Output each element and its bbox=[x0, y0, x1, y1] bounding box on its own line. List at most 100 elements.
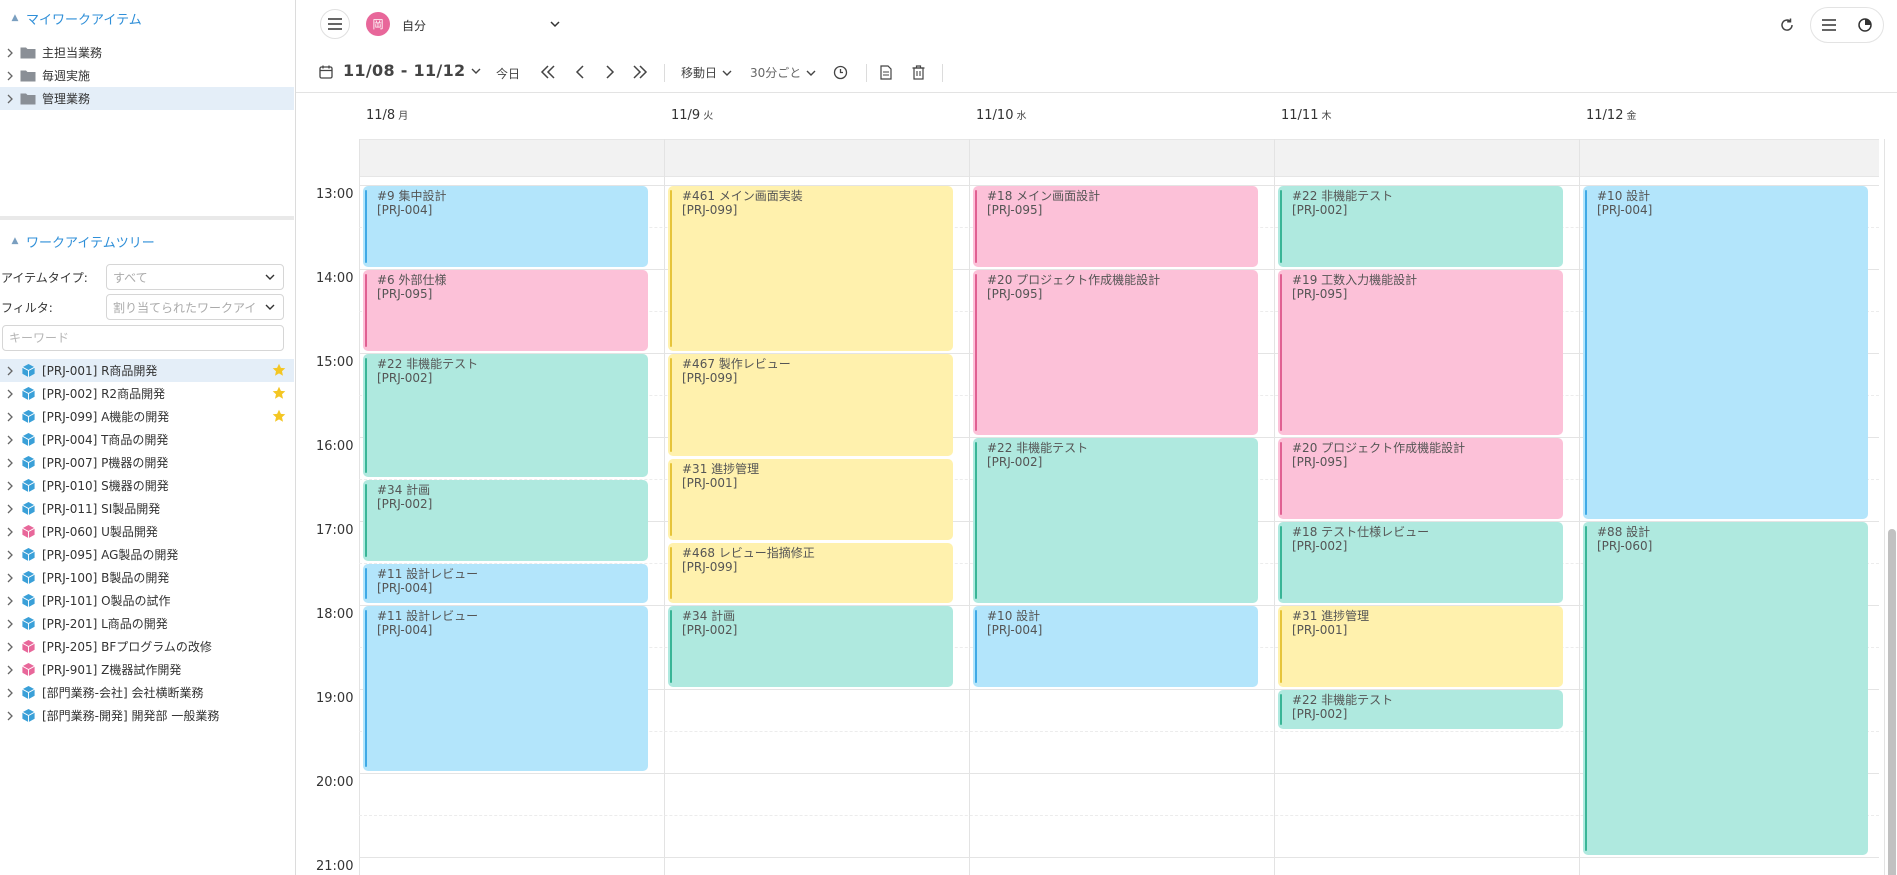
filter-select[interactable]: 割り当てられたワークアイ bbox=[106, 294, 284, 320]
move-unit-dropdown[interactable]: 移動日 bbox=[681, 64, 732, 81]
event-project: [PRJ-004] bbox=[987, 623, 1043, 637]
chevron-right-icon[interactable] bbox=[0, 596, 20, 606]
chevron-right-icon[interactable] bbox=[0, 665, 20, 675]
project-tree-item[interactable]: [PRJ-101] O製品の試作 bbox=[0, 589, 294, 612]
calendar-event[interactable]: #11 設計レビュー [PRJ-004] bbox=[363, 606, 648, 771]
day-of-week: 金 bbox=[1626, 111, 1637, 122]
calendar-event[interactable]: #461 メイン画面実装 [PRJ-099] bbox=[668, 186, 953, 351]
project-tree-item[interactable]: [PRJ-100] B製品の開発 bbox=[0, 566, 294, 589]
next-week-button[interactable] bbox=[632, 64, 648, 80]
user-dropdown-chevron-icon[interactable] bbox=[549, 19, 561, 29]
star-icon[interactable] bbox=[272, 409, 286, 423]
project-tree-item[interactable]: [PRJ-201] L商品の開発 bbox=[0, 612, 294, 635]
event-title: #11 設計レビュー bbox=[377, 567, 479, 581]
calendar-event[interactable]: #468 レビュー指摘修正 [PRJ-099] bbox=[668, 543, 953, 603]
calendar-event[interactable]: #88 設計 [PRJ-060] bbox=[1583, 522, 1868, 855]
prev-week-button[interactable] bbox=[540, 64, 556, 80]
interval-dropdown[interactable]: 30分ごと bbox=[750, 64, 816, 81]
my-work-item[interactable]: 毎週実施 bbox=[0, 64, 294, 87]
project-tree-item[interactable]: [PRJ-001] R商品開発 bbox=[0, 359, 294, 382]
menu-button[interactable] bbox=[320, 9, 350, 39]
chevron-right-icon[interactable] bbox=[0, 504, 20, 514]
project-tree-item[interactable]: [PRJ-011] SI製品開発 bbox=[0, 497, 294, 520]
calendar-event[interactable]: #31 進捗管理 [PRJ-001] bbox=[668, 459, 953, 540]
all-day-row[interactable] bbox=[359, 139, 1879, 177]
prev-day-button[interactable] bbox=[572, 64, 588, 80]
chevron-right-icon[interactable] bbox=[0, 711, 20, 721]
chevron-right-icon[interactable] bbox=[0, 527, 20, 537]
chevron-right-icon[interactable] bbox=[0, 366, 20, 376]
chevron-right-icon[interactable] bbox=[0, 619, 20, 629]
calendar-event[interactable]: #22 非機能テスト [PRJ-002] bbox=[973, 438, 1258, 603]
project-tree-item[interactable]: [PRJ-901] Z機器試作開発 bbox=[0, 658, 294, 681]
chevron-right-icon[interactable] bbox=[0, 481, 20, 491]
calendar-event[interactable]: #22 非機能テスト [PRJ-002] bbox=[1278, 690, 1563, 729]
delete-button[interactable] bbox=[910, 64, 926, 80]
project-tree-item[interactable]: [PRJ-007] P機器の開発 bbox=[0, 451, 294, 474]
chevron-right-icon[interactable] bbox=[0, 412, 20, 422]
calendar-event[interactable]: #10 設計 [PRJ-004] bbox=[1583, 186, 1868, 519]
chevron-right-icon[interactable] bbox=[0, 389, 20, 399]
calendar-event[interactable]: #20 プロジェクト作成機能設計 [PRJ-095] bbox=[1278, 438, 1563, 519]
keyword-search-input[interactable] bbox=[2, 325, 284, 351]
project-tree-item[interactable]: [PRJ-004] T商品の開発 bbox=[0, 428, 294, 451]
collapse-caret-icon[interactable]: ▲ bbox=[10, 13, 20, 23]
chevron-right-icon[interactable] bbox=[0, 550, 20, 560]
calendar-event[interactable]: #34 計画 [PRJ-002] bbox=[363, 480, 648, 561]
calendar-event[interactable]: #11 設計レビュー [PRJ-004] bbox=[363, 564, 648, 603]
list-view-icon[interactable] bbox=[1821, 18, 1837, 32]
item-type-select[interactable]: すべて bbox=[106, 264, 284, 290]
project-tree-item[interactable]: [PRJ-095] AG製品の開発 bbox=[0, 543, 294, 566]
calendar-event[interactable]: #18 メイン画面設計 [PRJ-095] bbox=[973, 186, 1258, 267]
event-title: #18 メイン画面設計 bbox=[987, 189, 1101, 203]
today-button[interactable]: 今日 bbox=[496, 65, 520, 82]
project-tree-item[interactable]: [PRJ-010] S機器の開発 bbox=[0, 474, 294, 497]
project-tree-item[interactable]: [部門業務-会社] 会社横断業務 bbox=[0, 681, 294, 704]
project-tree-item[interactable]: [部門業務-開発] 開発部 一般業務 bbox=[0, 704, 294, 727]
star-icon[interactable] bbox=[272, 363, 286, 377]
calendar-event[interactable]: #22 非機能テスト [PRJ-002] bbox=[363, 354, 648, 477]
calendar-event[interactable]: #467 製作レビュー [PRJ-099] bbox=[668, 354, 953, 456]
chevron-right-icon[interactable] bbox=[0, 458, 20, 468]
event-project: [PRJ-095] bbox=[1292, 455, 1348, 469]
scrollbar-thumb[interactable] bbox=[1888, 529, 1896, 875]
chevron-right-icon[interactable] bbox=[0, 435, 20, 445]
my-work-item[interactable]: 主担当業務 bbox=[0, 41, 294, 64]
pie-chart-icon[interactable] bbox=[1857, 17, 1873, 33]
date-range-picker[interactable]: 11/08 - 11/12 bbox=[343, 61, 481, 80]
my-work-items-header[interactable]: ▲ マイワークアイテム bbox=[0, 6, 294, 30]
calendar-event[interactable]: #9 集中設計 [PRJ-004] bbox=[363, 186, 648, 267]
chevron-right-icon[interactable] bbox=[0, 94, 20, 104]
project-tree-item[interactable]: [PRJ-002] R2商品開発 bbox=[0, 382, 294, 405]
calendar-event[interactable]: #20 プロジェクト作成機能設計 [PRJ-095] bbox=[973, 270, 1258, 435]
my-work-item[interactable]: 管理業務 bbox=[0, 87, 294, 110]
project-tree-item[interactable]: [PRJ-205] BFプログラムの改修 bbox=[0, 635, 294, 658]
calendar-event[interactable]: #10 設計 [PRJ-004] bbox=[973, 606, 1258, 687]
event-project: [PRJ-002] bbox=[1292, 203, 1348, 217]
chevron-right-icon[interactable] bbox=[0, 642, 20, 652]
time-settings-button[interactable] bbox=[832, 64, 848, 80]
report-button[interactable] bbox=[878, 64, 894, 80]
project-tree-item[interactable]: [PRJ-060] U製品開発 bbox=[0, 520, 294, 543]
user-name[interactable]: 自分 bbox=[402, 17, 426, 34]
chevron-right-icon[interactable] bbox=[0, 48, 20, 58]
calendar-event[interactable]: #22 非機能テスト [PRJ-002] bbox=[1278, 186, 1563, 267]
refresh-button[interactable] bbox=[1778, 16, 1796, 34]
calendar-event[interactable]: #19 工数入力機能設計 [PRJ-095] bbox=[1278, 270, 1563, 435]
chevron-right-icon[interactable] bbox=[0, 573, 20, 583]
event-color-bar bbox=[670, 358, 672, 452]
work-item-tree-header[interactable]: ▲ ワークアイテムツリー bbox=[0, 229, 294, 253]
project-tree-item[interactable]: [PRJ-099] A機能の開発 bbox=[0, 405, 294, 428]
avatar[interactable]: 岡 bbox=[366, 12, 390, 36]
next-day-button[interactable] bbox=[602, 64, 618, 80]
calendar-event[interactable]: #18 テスト仕様レビュー [PRJ-002] bbox=[1278, 522, 1563, 603]
chevron-right-icon[interactable] bbox=[0, 71, 20, 81]
calendar-event[interactable]: #34 計画 [PRJ-002] bbox=[668, 606, 953, 687]
star-icon[interactable] bbox=[272, 386, 286, 400]
project-label: [PRJ-101] O製品の試作 bbox=[42, 594, 171, 608]
calendar-icon[interactable] bbox=[318, 64, 334, 80]
calendar-event[interactable]: #31 進捗管理 [PRJ-001] bbox=[1278, 606, 1563, 687]
calendar-event[interactable]: #6 外部仕様 [PRJ-095] bbox=[363, 270, 648, 351]
collapse-caret-icon[interactable]: ▲ bbox=[10, 236, 20, 246]
chevron-right-icon[interactable] bbox=[0, 688, 20, 698]
